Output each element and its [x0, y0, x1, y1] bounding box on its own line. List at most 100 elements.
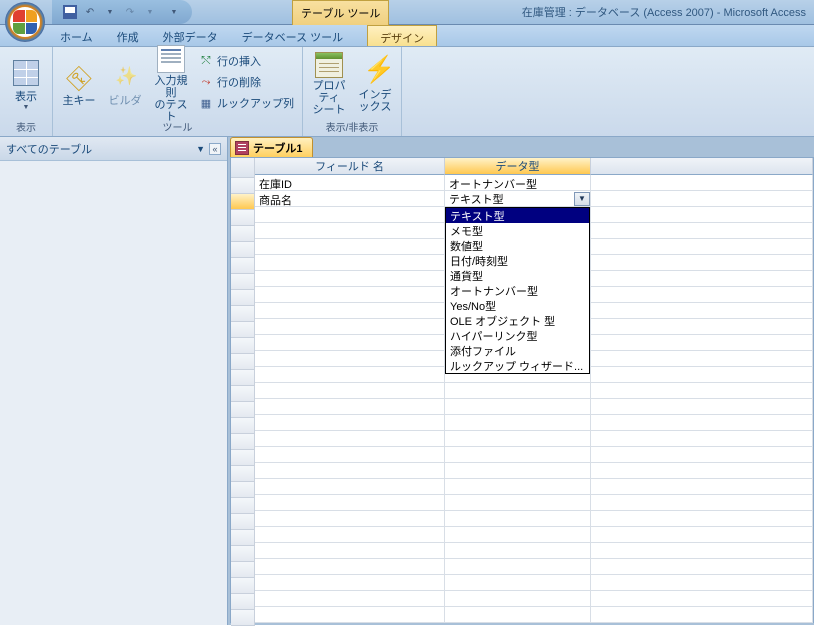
tab-database-tools[interactable]: データベース ツール [230, 25, 356, 46]
row-selector[interactable] [231, 546, 255, 562]
field-name-cell[interactable] [255, 447, 445, 463]
tab-create[interactable]: 作成 [105, 25, 151, 46]
field-name-cell[interactable] [255, 399, 445, 415]
dropdown-item[interactable]: 日付/時刻型 [446, 253, 589, 268]
property-sheet-button[interactable]: プロパティ シート [307, 51, 351, 117]
field-name-cell[interactable] [255, 255, 445, 271]
data-type-cell[interactable] [445, 591, 591, 607]
data-type-cell[interactable] [445, 559, 591, 575]
dropdown-item[interactable]: Yes/No型 [446, 298, 589, 313]
column-header-type[interactable]: データ型 [445, 158, 591, 175]
dropdown-item[interactable]: テキスト型 [446, 208, 589, 223]
row-selector[interactable] [231, 514, 255, 530]
field-name-cell[interactable] [255, 463, 445, 479]
data-type-cell[interactable] [445, 463, 591, 479]
field-name-cell[interactable] [255, 479, 445, 495]
dropdown-item[interactable]: ルックアップ ウィザード... [446, 358, 589, 373]
field-name-cell[interactable] [255, 319, 445, 335]
document-tab[interactable]: テーブル1 [230, 137, 313, 157]
row-selector[interactable] [231, 226, 255, 242]
row-selector[interactable] [231, 418, 255, 434]
tab-design[interactable]: デザイン [367, 25, 437, 46]
row-selector[interactable] [231, 482, 255, 498]
field-name-cell[interactable] [255, 415, 445, 431]
row-selector[interactable] [231, 258, 255, 274]
qat-undo-button[interactable]: ↶ [82, 4, 98, 20]
row-selector[interactable] [231, 530, 255, 546]
dropdown-item[interactable]: 通貨型 [446, 268, 589, 283]
navpane-header[interactable]: すべてのテーブル ▼ « [0, 137, 227, 161]
row-selector[interactable] [231, 402, 255, 418]
field-name-cell[interactable] [255, 383, 445, 399]
column-header-field[interactable]: フィールド 名 [255, 158, 445, 175]
field-name-cell[interactable] [255, 591, 445, 607]
delete-row-button[interactable]: ⤳行の削除 [195, 72, 298, 92]
field-name-cell[interactable] [255, 303, 445, 319]
row-selector[interactable] [231, 386, 255, 402]
row-selector[interactable] [231, 178, 255, 194]
field-name-cell[interactable] [255, 607, 445, 623]
row-selector[interactable] [231, 354, 255, 370]
qat-undo-dropdown[interactable]: ▼ [102, 4, 118, 20]
tab-external-data[interactable]: 外部データ [151, 25, 230, 46]
data-type-cell[interactable] [445, 511, 591, 527]
view-button[interactable]: 表示 ▼ [4, 51, 48, 117]
field-name-cell[interactable] [255, 287, 445, 303]
row-selector[interactable] [231, 498, 255, 514]
row-selector[interactable] [231, 594, 255, 610]
field-name-cell[interactable] [255, 335, 445, 351]
data-type-cell[interactable] [445, 527, 591, 543]
lookup-col-button[interactable]: ▦ルックアップ列 [195, 93, 298, 113]
data-type-cell[interactable] [445, 399, 591, 415]
field-name-cell[interactable] [255, 351, 445, 367]
navpane-dropdown-icon[interactable]: ▼ [196, 144, 205, 154]
row-selector[interactable] [231, 434, 255, 450]
field-name-cell[interactable]: 在庫ID [255, 175, 445, 191]
field-name-cell[interactable] [255, 575, 445, 591]
field-name-cell[interactable] [255, 511, 445, 527]
qat-save-button[interactable] [62, 4, 78, 20]
field-name-cell[interactable] [255, 495, 445, 511]
dropdown-item[interactable]: メモ型 [446, 223, 589, 238]
row-selector[interactable] [231, 562, 255, 578]
builder-button[interactable]: ✨ ビルダ [103, 51, 147, 117]
qat-redo-button[interactable]: ↷ [122, 4, 138, 20]
test-rules-button[interactable]: 入力規則 のテスト [149, 51, 193, 117]
dropdown-item[interactable]: ハイパーリンク型 [446, 328, 589, 343]
office-button[interactable] [5, 2, 45, 42]
data-type-cell[interactable] [445, 447, 591, 463]
row-selector[interactable] [231, 338, 255, 354]
row-selector[interactable] [231, 370, 255, 386]
dropdown-item[interactable]: 添付ファイル [446, 343, 589, 358]
field-name-cell[interactable] [255, 543, 445, 559]
dropdown-button[interactable]: ▼ [574, 192, 590, 206]
primary-key-button[interactable]: ⚿ 主キー [57, 51, 101, 117]
data-type-cell[interactable]: テキスト型▼ [445, 191, 591, 207]
row-selector[interactable] [231, 210, 255, 226]
data-type-cell[interactable] [445, 383, 591, 399]
field-name-cell[interactable] [255, 207, 445, 223]
row-selector[interactable] [231, 306, 255, 322]
field-name-cell[interactable]: 商品名 [255, 191, 445, 207]
row-selector[interactable] [231, 610, 255, 626]
field-name-cell[interactable] [255, 367, 445, 383]
data-type-cell[interactable] [445, 575, 591, 591]
navpane-collapse-button[interactable]: « [209, 143, 221, 155]
dropdown-item[interactable]: 数値型 [446, 238, 589, 253]
row-selector[interactable] [231, 242, 255, 258]
data-type-dropdown[interactable]: テキスト型メモ型数値型日付/時刻型通貨型オートナンバー型Yes/No型OLE オ… [445, 207, 590, 374]
field-name-cell[interactable] [255, 527, 445, 543]
row-selector[interactable] [231, 290, 255, 306]
data-type-cell[interactable] [445, 607, 591, 623]
row-selector[interactable] [231, 578, 255, 594]
qat-redo-dropdown[interactable]: ▼ [142, 4, 158, 20]
row-selector[interactable] [231, 322, 255, 338]
row-selector[interactable] [231, 450, 255, 466]
data-type-cell[interactable] [445, 415, 591, 431]
field-name-cell[interactable] [255, 431, 445, 447]
dropdown-item[interactable]: OLE オブジェクト 型 [446, 313, 589, 328]
row-selector[interactable] [231, 466, 255, 482]
row-selector[interactable] [231, 274, 255, 290]
field-name-cell[interactable] [255, 271, 445, 287]
field-name-cell[interactable] [255, 559, 445, 575]
